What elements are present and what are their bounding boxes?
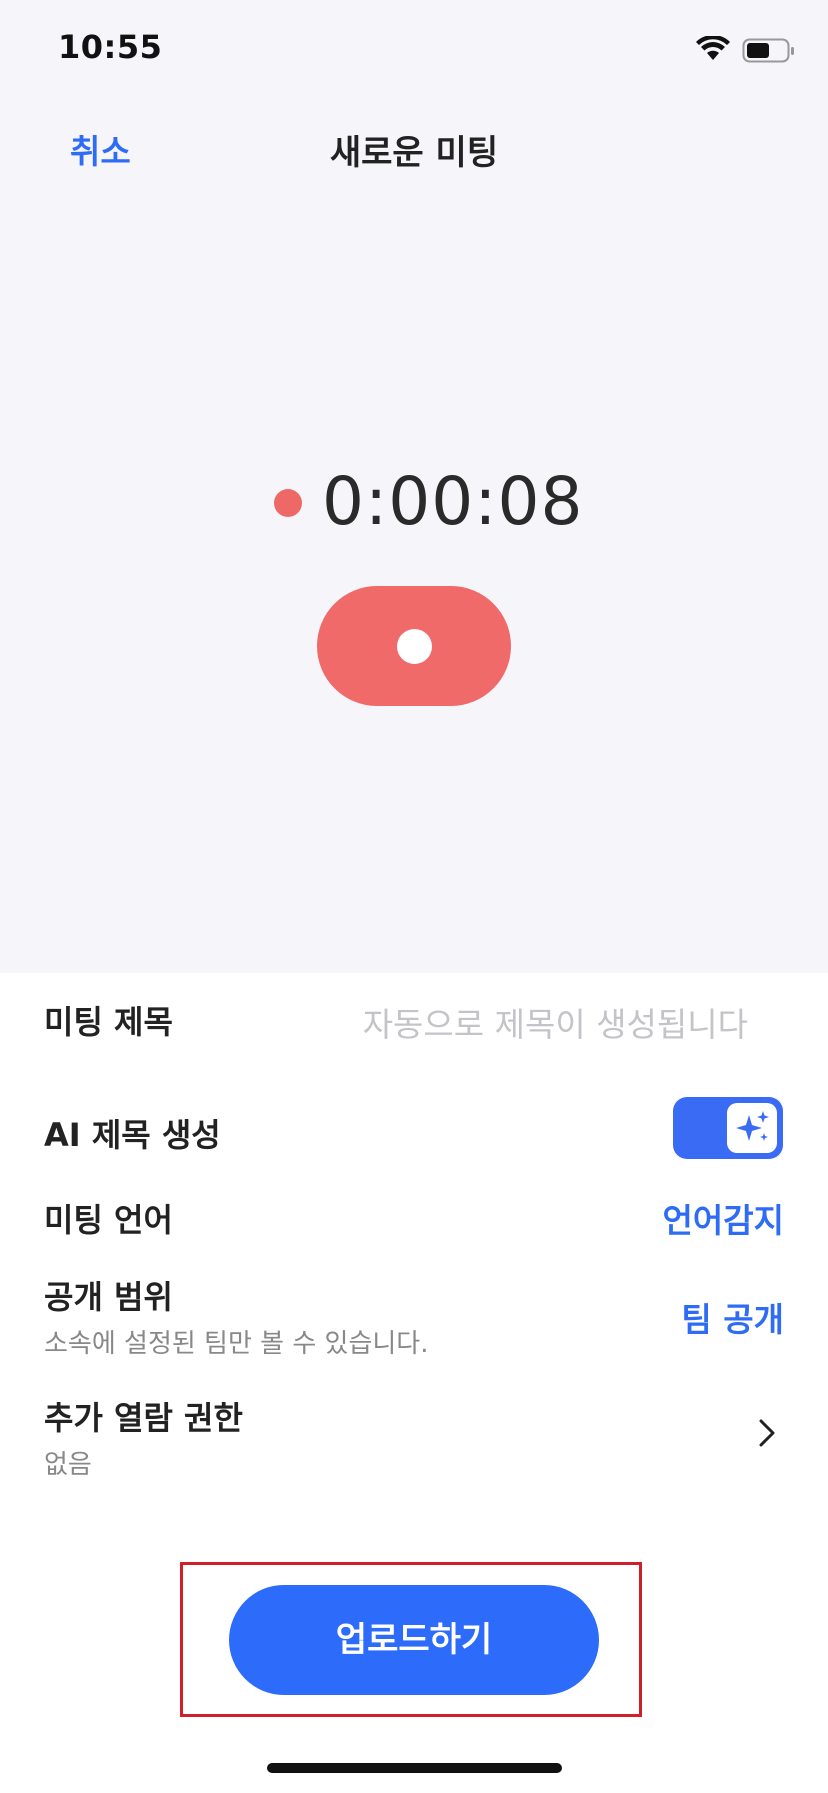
visibility-description: 소속에 설정된 팀만 볼 수 있습니다.: [44, 1329, 429, 1359]
recording-timer: 0:00:08: [322, 463, 584, 540]
visibility-label: 공개 범위: [44, 1278, 173, 1316]
ai-title-toggle[interactable]: [673, 1097, 783, 1159]
page-title: 새로운 미팅: [329, 133, 499, 173]
meeting-language-label: 미팅 언어: [44, 1201, 173, 1239]
upload-button[interactable]: 업로드하기: [229, 1585, 599, 1695]
extra-access-label: 추가 열람 권한: [44, 1399, 243, 1437]
language-value[interactable]: 언어감지: [663, 1194, 784, 1242]
recording-indicator: [274, 489, 302, 517]
visibility-value[interactable]: 팀 공개: [681, 1293, 784, 1341]
home-indicator: [267, 1763, 562, 1773]
battery-icon: [742, 38, 796, 68]
meeting-title-label: 미팅 제목: [44, 1003, 173, 1041]
extra-access-value: 없음: [44, 1450, 92, 1480]
record-dot-icon: [397, 629, 432, 664]
record-toggle-button[interactable]: [317, 586, 511, 706]
wifi-icon: [696, 34, 730, 66]
meeting-title-input[interactable]: 자동으로 제목이 생성됩니다: [363, 998, 748, 1046]
ai-title-label: AI 제목 생성: [44, 1116, 221, 1154]
sparkle-icon: [727, 1103, 777, 1153]
chevron-right-icon[interactable]: [758, 1418, 776, 1452]
status-time: 10:55: [58, 28, 163, 66]
